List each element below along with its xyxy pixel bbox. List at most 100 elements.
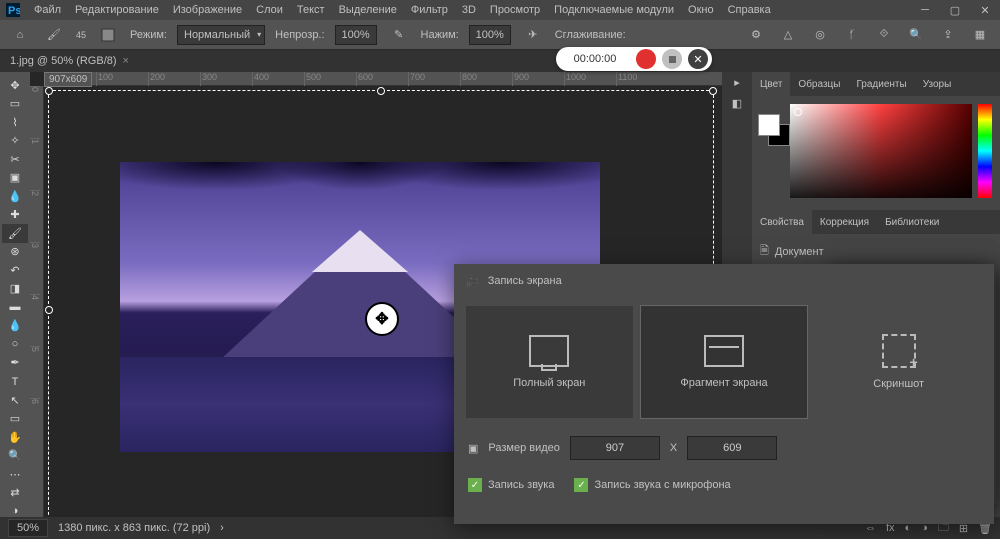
menu-3d[interactable]: 3D — [462, 4, 476, 16]
document-icon: 🗎 — [760, 242, 769, 261]
tab-swatches[interactable]: Образцы — [790, 72, 848, 96]
tab-adjustments[interactable]: Коррекция — [812, 210, 877, 234]
swatch-icon[interactable] — [96, 24, 120, 46]
checkbox-audio[interactable]: ✓Запись звука — [468, 478, 554, 492]
hue-slider[interactable] — [978, 104, 992, 198]
menu-window[interactable]: Окно — [688, 4, 714, 16]
history-brush-tool[interactable]: ↶ — [2, 261, 28, 280]
color-tabs: Цвет Образцы Градиенты Узоры — [752, 72, 1000, 96]
minimize-button[interactable]: ─ — [910, 0, 940, 20]
brush-tool[interactable]: 🖌 — [2, 224, 28, 243]
color-swap[interactable]: ⇄ — [2, 483, 28, 502]
gear-icon[interactable]: ⚙ — [744, 24, 768, 46]
flow-input[interactable]: 100% — [469, 25, 511, 45]
history-panel-icon[interactable]: ▸ — [734, 76, 740, 89]
zoom-level[interactable]: 50% — [8, 519, 48, 537]
close-button[interactable]: ✕ — [970, 0, 1000, 20]
tab-properties[interactable]: Свойства — [752, 210, 812, 234]
pressure-opacity-icon[interactable]: ✎ — [387, 24, 411, 46]
status-chevron-icon[interactable]: › — [220, 522, 224, 534]
properties-panel-icon[interactable]: ◧ — [732, 97, 742, 110]
share-icon[interactable]: ⇪ — [936, 24, 960, 46]
angle-icon[interactable]: △ — [776, 24, 800, 46]
tab-gradients[interactable]: Градиенты — [848, 72, 914, 96]
record-button[interactable] — [636, 49, 656, 69]
smoothing-label: Сглаживание: — [555, 29, 626, 41]
width-input[interactable] — [570, 436, 660, 460]
color-picker[interactable] — [790, 104, 972, 198]
lasso-tool[interactable]: ⌇ — [2, 113, 28, 132]
flow-label: Нажим: — [421, 29, 459, 41]
type-tool[interactable]: T — [2, 372, 28, 391]
frame-tool[interactable]: ▣ — [2, 169, 28, 188]
recording-pill: 00:00:00 ✕ — [556, 47, 712, 71]
path-tool[interactable]: ↖ — [2, 391, 28, 410]
hand-tool[interactable]: ✋ — [2, 428, 28, 447]
maximize-button[interactable]: ▢ — [940, 0, 970, 20]
stamp-tool[interactable]: ⊛ — [2, 243, 28, 262]
monitor-icon — [529, 335, 569, 367]
menu-view[interactable]: Просмотр — [490, 4, 540, 16]
dodge-tool[interactable]: ○ — [2, 335, 28, 354]
move-tool[interactable]: ✥ — [2, 76, 28, 95]
recording-timer: 00:00:00 — [560, 53, 630, 65]
airbrush-icon[interactable]: ✈ — [521, 24, 545, 46]
zoom-tool[interactable]: 🔍 — [2, 446, 28, 465]
edit-toolbar[interactable]: ⋯ — [2, 465, 28, 484]
wand-tool[interactable]: ✧ — [2, 132, 28, 151]
eraser-tool[interactable]: ◨ — [2, 280, 28, 299]
blur-tool[interactable]: 💧 — [2, 317, 28, 336]
opacity-input[interactable]: 100% — [335, 25, 377, 45]
brush-icon[interactable]: 🖌 — [42, 24, 66, 46]
checkbox-mic[interactable]: ✓Запись звука с микрофона — [574, 478, 730, 492]
menu-filter[interactable]: Фильтр — [411, 4, 448, 16]
menu-text[interactable]: Текст — [297, 4, 325, 16]
pressure-size-icon[interactable]: ⟐ — [872, 24, 896, 46]
tab-close-icon[interactable]: × — [123, 55, 129, 67]
doc-info: 1380 пикс. x 863 пикс. (72 ppi) — [58, 522, 210, 534]
ruler-vertical: 0123456 — [30, 86, 44, 539]
recorder-title: Запись экрана — [488, 275, 562, 287]
menu-help[interactable]: Справка — [728, 4, 771, 16]
marquee-tool[interactable]: ▭ — [2, 95, 28, 114]
pill-close-button[interactable]: ✕ — [688, 49, 708, 69]
search-icon[interactable]: 🔍 — [904, 24, 928, 46]
foreground-swatch[interactable] — [758, 114, 780, 136]
menu-edit[interactable]: Редактирование — [75, 4, 159, 16]
window-icon — [704, 335, 744, 367]
target-icon[interactable]: ◎ — [808, 24, 832, 46]
app-logo: Ps — [6, 3, 20, 17]
props-tabs: Свойства Коррекция Библиотеки — [752, 210, 1000, 234]
symmetry-icon[interactable]: ᚶ — [840, 24, 864, 46]
gradient-tool[interactable]: ▬ — [2, 298, 28, 317]
fg-bg-swatches[interactable] — [758, 114, 780, 136]
tab-libraries[interactable]: Библиотеки — [877, 210, 947, 234]
tab-color[interactable]: Цвет — [752, 72, 790, 96]
option-fragment[interactable]: Фрагмент экрана — [641, 306, 808, 418]
blend-mode-dropdown[interactable]: Нормальный — [177, 25, 265, 45]
dimension-badge: 907x609 — [44, 72, 92, 87]
menu-select[interactable]: Выделение — [339, 4, 397, 16]
menu-file[interactable]: Файл — [34, 4, 61, 16]
heal-tool[interactable]: ✚ — [2, 206, 28, 225]
menu-plugins[interactable]: Подключаемые модули — [554, 4, 674, 16]
option-fullscreen[interactable]: Полный экран — [466, 306, 633, 418]
crop-tool[interactable]: ✂ — [2, 150, 28, 169]
menu-image[interactable]: Изображение — [173, 4, 242, 16]
window-controls: ─ ▢ ✕ — [910, 0, 1000, 20]
x-label: X — [670, 442, 677, 454]
workspace-icon[interactable]: ▦ — [968, 24, 992, 46]
document-tab[interactable]: 1.jpg @ 50% (RGB/8) × — [0, 50, 1000, 72]
size-label: Размер видео — [488, 442, 560, 454]
stop-button[interactable] — [662, 49, 682, 69]
height-input[interactable] — [687, 436, 777, 460]
home-icon[interactable]: ⌂ — [8, 24, 32, 46]
size-icon: ▣ — [468, 442, 478, 455]
pen-tool[interactable]: ✒ — [2, 354, 28, 373]
tab-patterns[interactable]: Узоры — [915, 72, 960, 96]
eyedropper-tool[interactable]: 💧 — [2, 187, 28, 206]
option-screenshot[interactable]: Скриншот — [815, 306, 982, 418]
move-cursor-icon: ✥ — [365, 302, 399, 336]
shape-tool[interactable]: ▭ — [2, 409, 28, 428]
menu-layers[interactable]: Слои — [256, 4, 283, 16]
